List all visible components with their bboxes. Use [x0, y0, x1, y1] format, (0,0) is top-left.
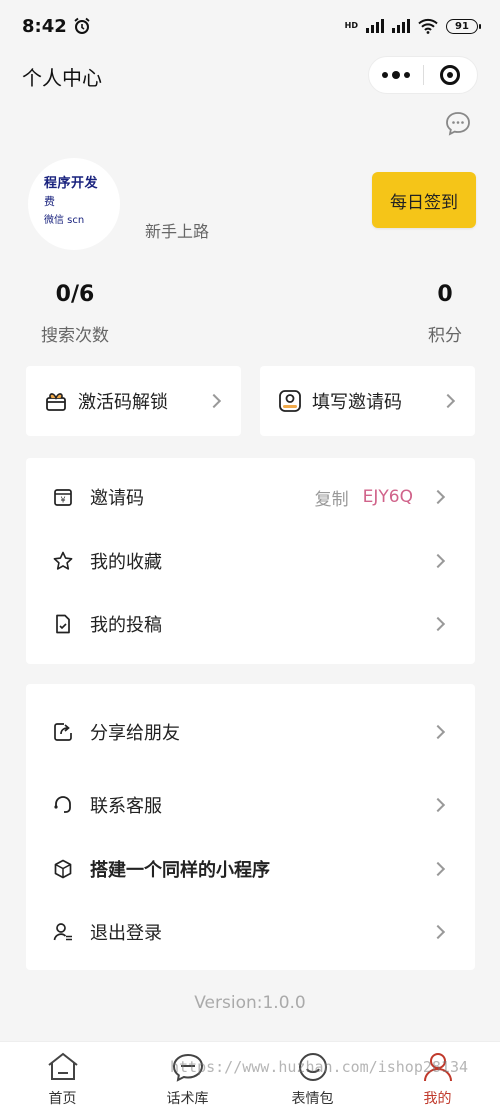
chevron-right-icon	[430, 616, 446, 632]
cube-icon	[54, 859, 72, 879]
avatar-text-line2: 费	[44, 195, 55, 208]
chevron-right-icon	[430, 797, 446, 813]
avatar-text-line3: 微信 scn	[44, 215, 85, 226]
points-label: 积分	[428, 326, 462, 346]
menu-item-build-miniprogram[interactable]: 搭建一个同样的小程序	[26, 842, 475, 896]
menu-item-share[interactable]: 分享给朋友	[26, 705, 475, 759]
points-value: 0	[437, 282, 453, 307]
tab-scripts-label: 话术库	[166, 1091, 209, 1107]
chevron-right-icon	[430, 924, 446, 940]
message-icon[interactable]	[444, 110, 472, 138]
wallet-icon: ¥	[54, 489, 72, 506]
tab-stickers-label: 表情包	[291, 1091, 334, 1107]
status-bar: 8:42 HD 91	[0, 0, 500, 52]
menu-group-2: 分享给朋友 联系客服 搭建一个同样的小程序 退出登录	[26, 684, 475, 970]
search-count-label: 搜索次数	[41, 326, 109, 346]
svg-text:¥: ¥	[60, 496, 65, 505]
target-icon	[440, 65, 461, 85]
chevron-right-icon	[430, 489, 446, 505]
menu-item-submissions[interactable]: 我的投稿	[26, 597, 475, 651]
avatar-text-line1: 程序开发	[44, 176, 99, 191]
avatar[interactable]: 程序开发 费 微信 scn	[28, 158, 120, 250]
activation-code-label: 激活码解锁	[78, 392, 168, 413]
chevron-right-icon	[440, 393, 456, 409]
favorites-label: 我的收藏	[90, 552, 162, 573]
stat-search-count: 0/6 搜索次数	[38, 282, 112, 346]
signal-icon-2	[392, 19, 410, 33]
clock-time: 8:42	[22, 15, 67, 37]
chevron-right-icon	[430, 724, 446, 740]
menu-item-contact-support[interactable]: 联系客服	[26, 778, 475, 832]
activation-code-unlock-button[interactable]: 激活码解锁	[26, 366, 241, 436]
close-miniprogram-button[interactable]	[424, 65, 478, 85]
copy-invite-code-button[interactable]: 复制	[315, 485, 349, 510]
build-miniprogram-label: 搭建一个同样的小程序	[90, 860, 270, 881]
daily-checkin-button[interactable]: 每日签到	[372, 172, 476, 228]
chevron-right-icon	[430, 861, 446, 877]
menu-item-favorites[interactable]: 我的收藏	[26, 534, 475, 588]
hd-indicator: HD	[344, 21, 358, 30]
document-icon	[56, 614, 70, 634]
tab-home-label: 首页	[48, 1091, 77, 1107]
user-logout-icon	[53, 923, 72, 941]
share-icon	[54, 723, 72, 741]
invite-code-value: EJY6Q	[362, 487, 413, 507]
page-title: 个人中心	[22, 65, 102, 90]
logout-label: 退出登录	[90, 923, 162, 944]
tab-scripts[interactable]: 话术库	[125, 1042, 250, 1111]
search-count-value: 0/6	[55, 282, 95, 307]
miniprogram-capsule	[368, 56, 478, 94]
chevron-right-icon	[206, 393, 222, 409]
gift-icon	[46, 393, 66, 411]
invite-code-entry-label: 填写邀请码	[312, 392, 402, 413]
contact-support-label: 联系客服	[90, 796, 162, 817]
share-label: 分享给朋友	[90, 723, 180, 744]
watermark: https://www.huzhan.com/ishop28134	[170, 1058, 469, 1076]
tab-home[interactable]: 首页	[0, 1042, 125, 1111]
signal-icon	[366, 19, 384, 33]
star-icon	[53, 551, 73, 570]
battery-icon: 91	[446, 18, 481, 34]
menu-group-1: ¥ 邀请码 复制 EJY6Q 我的收藏 我的投稿	[26, 458, 475, 664]
menu-item-logout[interactable]: 退出登录	[26, 905, 475, 959]
more-options-button[interactable]	[369, 71, 423, 79]
tab-mine-label: 我的	[423, 1091, 452, 1107]
alarm-icon	[74, 17, 90, 34]
headset-icon	[54, 796, 71, 813]
tab-mine[interactable]: 我的	[375, 1042, 500, 1111]
home-icon	[47, 1052, 78, 1080]
user-level: 新手上路	[145, 222, 210, 241]
tab-stickers[interactable]: 表情包	[250, 1042, 375, 1111]
invite-code-label: 邀请码	[90, 488, 144, 509]
wifi-icon	[418, 18, 438, 34]
menu-item-invite-code[interactable]: ¥ 邀请码 复制 EJY6Q	[26, 470, 475, 524]
enter-invite-code-button[interactable]: 填写邀请码	[260, 366, 475, 436]
stat-points: 0 积分	[420, 282, 470, 346]
chevron-right-icon	[430, 553, 446, 569]
submissions-label: 我的投稿	[90, 615, 162, 636]
user-badge-icon	[279, 390, 301, 412]
tab-bar: 首页 话术库 表情包 我的	[0, 1041, 500, 1111]
app-version: Version:1.0.0	[194, 993, 306, 1013]
